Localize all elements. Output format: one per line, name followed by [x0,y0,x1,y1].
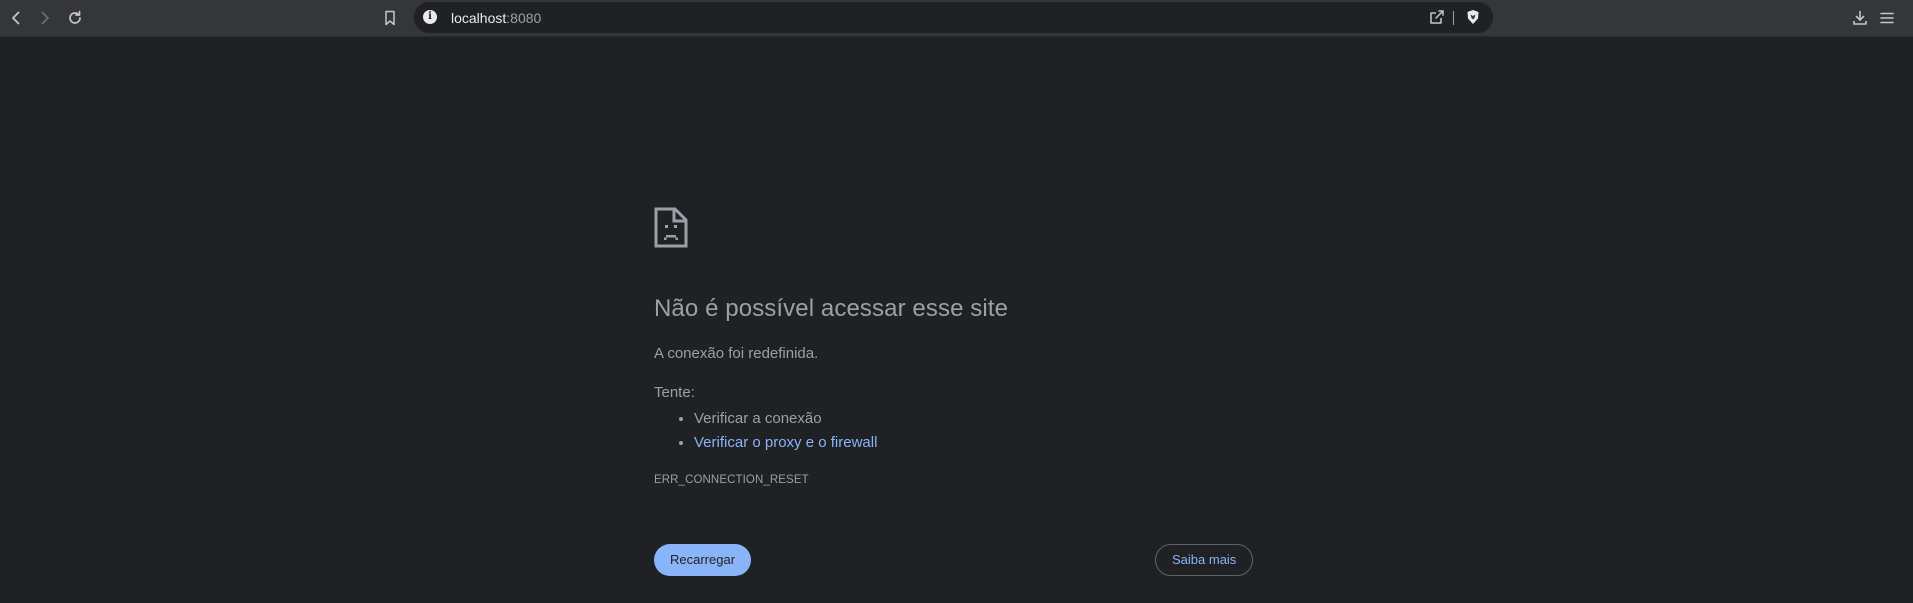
error-code: ERR_CONNECTION_RESET [654,474,809,486]
bookmark-icon [385,10,395,26]
brave-shields-button[interactable] [1465,9,1481,30]
back-button[interactable] [3,5,29,31]
sad-page-icon [654,207,688,248]
download-icon [1853,10,1867,25]
menu-button[interactable] [1874,5,1900,31]
forward-button[interactable] [32,5,58,31]
reload-button[interactable] [62,5,88,31]
url-host: localhost [451,10,507,26]
hamburger-menu-icon [1880,12,1894,24]
learn-more-button[interactable]: Saiba mais [1155,544,1254,576]
reload-icon [69,10,81,24]
share-button[interactable] [1429,9,1445,30]
suggestion-check-connection: Verificar a conexão [694,407,877,431]
reload-page-button[interactable]: Recarregar [654,544,752,576]
browser-toolbar: i localhost:8080 [0,0,1913,37]
url-text[interactable]: localhost:8080 [451,10,541,26]
bookmark-button[interactable] [377,5,403,31]
info-icon[interactable]: i [423,10,437,24]
try-label: Tente: [654,384,695,401]
arrow-left-icon [12,11,20,25]
arrow-right-icon [41,11,49,25]
suggestions-list: Verificar a conexão Verificar o proxy e … [654,407,877,455]
error-title: Não é possível acessar esse site [654,295,1009,322]
brave-shield-icon [1467,10,1479,24]
suggestion-check-proxy: Verificar o proxy e o firewall [694,431,877,455]
separator [1453,11,1454,25]
url-port: :8080 [506,10,542,26]
error-description: A conexão foi redefinida. [654,345,819,362]
check-proxy-link[interactable]: Verificar o proxy e o firewall [694,434,877,451]
address-bar[interactable]: i localhost:8080 [414,2,1493,33]
share-icon [1430,10,1444,24]
downloads-button[interactable] [1847,5,1873,31]
